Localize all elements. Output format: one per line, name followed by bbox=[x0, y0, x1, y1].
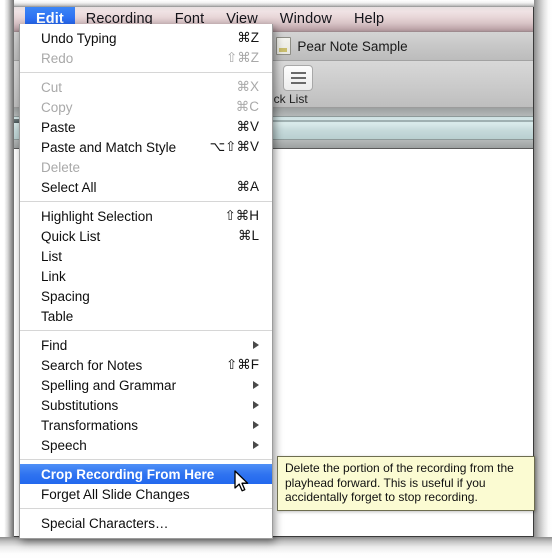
menu-separator bbox=[20, 201, 272, 202]
document-title-group: Pear Note Sample bbox=[276, 37, 408, 55]
quick-list-button[interactable] bbox=[283, 65, 313, 91]
menu-item-substitutions[interactable]: Substitutions bbox=[20, 395, 272, 415]
menu-item-label: Paste bbox=[41, 119, 76, 135]
tooltip: Delete the portion of the recording from… bbox=[277, 456, 535, 511]
document-title: Pear Note Sample bbox=[297, 38, 408, 54]
menu-separator bbox=[20, 72, 272, 73]
menu-item-shortcut: ⇧⌘H bbox=[224, 208, 259, 223]
menu-item-shortcut: ⌘L bbox=[237, 228, 259, 243]
submenu-arrow-icon bbox=[253, 421, 259, 429]
list-lines-icon bbox=[290, 72, 306, 84]
menu-item-speech[interactable]: Speech bbox=[20, 435, 272, 455]
menu-item-paste[interactable]: Paste ⌘V bbox=[20, 117, 272, 137]
menu-item-label: Highlight Selection bbox=[41, 208, 153, 224]
submenu-arrow-icon bbox=[253, 341, 259, 349]
menu-item-crop-recording-from-here[interactable]: Crop Recording From Here bbox=[20, 464, 272, 484]
menu-item-label: Table bbox=[41, 308, 74, 324]
menu-item-label: List bbox=[41, 248, 63, 264]
menu-item-label: Quick List bbox=[41, 228, 101, 244]
menu-item-label: Speech bbox=[41, 437, 87, 453]
menu-item-search-for-notes[interactable]: Search for Notes ⇧⌘F bbox=[20, 355, 272, 375]
menu-item-select-all[interactable]: Select All ⌘A bbox=[20, 177, 272, 197]
menu-item-shortcut: ⌘A bbox=[236, 179, 259, 194]
menu-item-shortcut: ⌘X bbox=[236, 79, 259, 94]
menubar-item-label: Help bbox=[353, 11, 385, 27]
menu-item-spelling-and-grammar[interactable]: Spelling and Grammar bbox=[20, 375, 272, 395]
menu-item-highlight-selection[interactable]: Highlight Selection ⇧⌘H bbox=[20, 206, 272, 226]
menu-item-find[interactable]: Find bbox=[20, 335, 272, 355]
menu-item-label: Spacing bbox=[41, 288, 90, 304]
menu-item-label: Search for Notes bbox=[41, 357, 143, 373]
menu-item-label: Special Characters… bbox=[41, 515, 169, 531]
menu-item-shortcut: ⇧⌘F bbox=[225, 357, 259, 372]
menu-item-special-characters[interactable]: Special Characters… bbox=[20, 513, 272, 533]
edit-dropdown-menu[interactable]: Undo Typing ⌘Z Redo ⇧⌘Z Cut ⌘X Copy ⌘C P… bbox=[19, 24, 273, 539]
menu-item-transformations[interactable]: Transformations bbox=[20, 415, 272, 435]
menu-item-link[interactable]: Link bbox=[20, 266, 272, 286]
menu-item-label: Paste and Match Style bbox=[41, 139, 177, 155]
window-frame-right bbox=[534, 0, 552, 559]
menu-item-label: Forget All Slide Changes bbox=[41, 486, 190, 502]
menu-item-paste-and-match-style[interactable]: Paste and Match Style ⌥⇧⌘V bbox=[20, 137, 272, 157]
menu-item-label: Transformations bbox=[41, 417, 139, 433]
menu-item-redo: Redo ⇧⌘Z bbox=[20, 48, 272, 68]
menu-item-label: Cut bbox=[41, 79, 63, 95]
menubar-item-label: Window bbox=[279, 11, 332, 27]
menu-item-shortcut: ⌘C bbox=[235, 99, 259, 114]
menu-item-cut: Cut ⌘X bbox=[20, 77, 272, 97]
tooltip-text: Delete the portion of the recording from… bbox=[285, 461, 514, 504]
menu-separator bbox=[20, 508, 272, 509]
submenu-arrow-icon bbox=[253, 401, 259, 409]
menu-item-forget-all-slide-changes[interactable]: Forget All Slide Changes bbox=[20, 484, 272, 504]
menubar-item-help[interactable]: Help bbox=[343, 7, 395, 31]
menu-separator bbox=[20, 459, 272, 460]
menu-item-label: Select All bbox=[41, 179, 97, 195]
menu-separator bbox=[20, 330, 272, 331]
menu-item-shortcut: ⇧⌘Z bbox=[225, 50, 259, 65]
menu-item-label: Crop Recording From Here bbox=[41, 466, 215, 482]
window-frame-bottom bbox=[0, 537, 552, 559]
menubar-item-window[interactable]: Window bbox=[269, 7, 343, 31]
menu-item-label: Redo bbox=[41, 50, 74, 66]
menu-item-table[interactable]: Table bbox=[20, 306, 272, 326]
menu-item-undo-typing[interactable]: Undo Typing ⌘Z bbox=[20, 28, 272, 48]
window-frame-left bbox=[0, 0, 14, 559]
menu-item-copy: Copy ⌘C bbox=[20, 97, 272, 117]
window-frame-top bbox=[0, 0, 552, 7]
menu-item-label: Substitutions bbox=[41, 397, 119, 413]
menu-item-label: Delete bbox=[41, 159, 81, 175]
screenshot-root: Edit Recording Font View Window Help Pea… bbox=[0, 0, 552, 559]
menu-item-delete: Delete bbox=[20, 157, 272, 177]
menu-item-label: Undo Typing bbox=[41, 30, 117, 46]
menu-item-shortcut: ⌥⇧⌘V bbox=[209, 139, 259, 154]
submenu-arrow-icon bbox=[253, 441, 259, 449]
menu-item-shortcut: ⌘Z bbox=[237, 30, 259, 45]
menu-item-list[interactable]: List bbox=[20, 246, 272, 266]
menu-item-label: Find bbox=[41, 337, 68, 353]
menu-item-spacing[interactable]: Spacing bbox=[20, 286, 272, 306]
quick-list-label: ick List bbox=[271, 92, 308, 106]
menu-item-label: Spelling and Grammar bbox=[41, 377, 177, 393]
menu-item-quick-list[interactable]: Quick List ⌘L bbox=[20, 226, 272, 246]
submenu-arrow-icon bbox=[253, 381, 259, 389]
menu-item-shortcut: ⌘V bbox=[236, 119, 259, 134]
document-icon bbox=[276, 37, 292, 55]
menu-item-label: Link bbox=[41, 268, 66, 284]
menu-item-label: Copy bbox=[41, 99, 73, 115]
